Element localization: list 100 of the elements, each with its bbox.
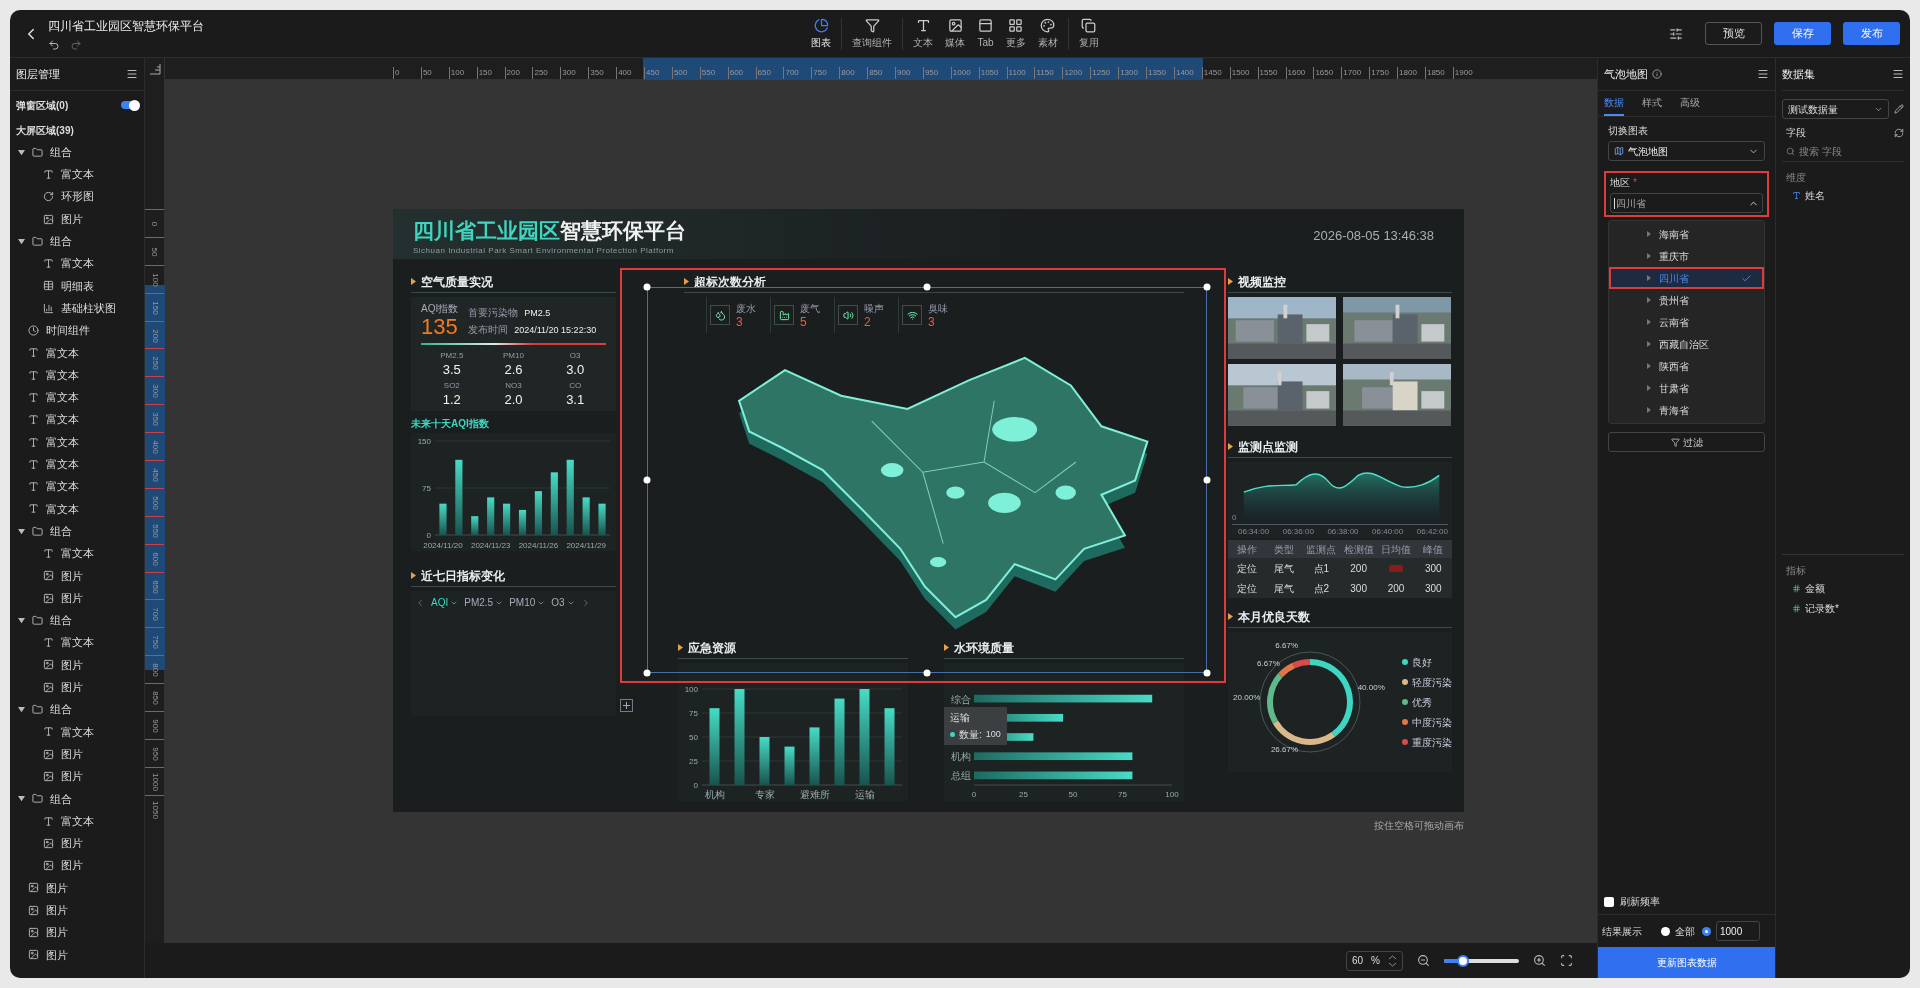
update-button[interactable]: 更新图表数据 xyxy=(1598,947,1775,978)
layer-item[interactable]: 组合 xyxy=(10,230,144,253)
layer-item[interactable]: 组合 xyxy=(10,698,144,721)
layer-item[interactable]: 组合 xyxy=(10,141,144,164)
resize-handle[interactable] xyxy=(1203,283,1211,291)
layer-item[interactable]: 富文本 xyxy=(10,363,144,387)
resize-handle[interactable] xyxy=(643,476,651,484)
layer-item[interactable]: 图片 xyxy=(10,586,144,610)
layer-item[interactable]: 富文本 xyxy=(10,720,144,743)
action-button[interactable]: 预览 xyxy=(1705,22,1762,45)
toggle-switch[interactable] xyxy=(121,101,138,109)
toolbar-button[interactable]: 图表 xyxy=(811,17,832,50)
toolbar-button[interactable]: 素材 xyxy=(1037,17,1058,50)
action-button[interactable]: 发布 xyxy=(1843,22,1900,45)
dropdown-option[interactable]: 贵州省 xyxy=(1609,289,1764,311)
caret-icon[interactable] xyxy=(18,148,25,156)
resize-handle[interactable] xyxy=(1203,476,1211,484)
caret-icon[interactable] xyxy=(18,616,25,624)
layer-item[interactable]: 富文本 xyxy=(10,453,144,476)
edit-icon[interactable] xyxy=(1894,104,1904,114)
resize-handle[interactable] xyxy=(923,669,931,677)
toolbar-button[interactable]: 查询组件 xyxy=(852,17,893,50)
layer-item[interactable]: 图片 xyxy=(10,743,144,766)
radio-button[interactable] xyxy=(1661,926,1670,936)
fit-screen-icon[interactable] xyxy=(1560,954,1573,967)
layer-item[interactable]: 基础柱状图 xyxy=(10,297,144,320)
metric-tab[interactable]: PM10 xyxy=(509,595,546,610)
metric-tab[interactable]: O3 xyxy=(551,595,575,610)
dataset-select[interactable]: 测试数据量 xyxy=(1782,99,1889,119)
field-item[interactable]: 金额 xyxy=(1782,578,1904,598)
metric-tab[interactable]: PM2.5 xyxy=(464,595,504,610)
action-button[interactable]: 保存 xyxy=(1774,22,1831,45)
layer-item[interactable]: 明细表 xyxy=(10,274,144,298)
layer-item[interactable]: 富文本 xyxy=(10,542,144,565)
dropdown-option[interactable]: 甘肃省 xyxy=(1609,377,1764,399)
checkbox[interactable] xyxy=(1604,896,1614,907)
layer-item[interactable]: 富文本 xyxy=(10,252,144,275)
layer-item[interactable]: 图片 xyxy=(10,876,144,900)
dropdown-option[interactable]: 青海省 xyxy=(1609,399,1764,421)
panel-tab[interactable]: 样式 xyxy=(1642,95,1662,116)
slider-thumb[interactable] xyxy=(1456,954,1469,967)
menu-icon[interactable] xyxy=(1757,68,1769,80)
layer-item[interactable]: 环形图 xyxy=(10,185,144,208)
dropdown-option[interactable]: 重庆市 xyxy=(1609,245,1764,267)
panel-tab[interactable]: 高级 xyxy=(1680,95,1700,116)
layer-item[interactable]: 图片 xyxy=(10,832,144,855)
layer-item[interactable]: 富文本 xyxy=(10,631,144,654)
layer-item[interactable]: 富文本 xyxy=(10,497,144,521)
resize-handle[interactable] xyxy=(923,283,931,291)
dropdown-option[interactable]: 西藏自治区 xyxy=(1609,333,1764,355)
resize-handle[interactable] xyxy=(1203,669,1211,677)
layer-item[interactable]: 富文本 xyxy=(10,341,144,364)
caret-icon[interactable] xyxy=(18,237,25,245)
dropdown-option[interactable]: 海南省 xyxy=(1609,223,1764,245)
redo-icon[interactable] xyxy=(70,38,82,51)
caret-icon[interactable] xyxy=(18,527,25,535)
dropdown-option[interactable]: 四川省 xyxy=(1609,267,1764,289)
layer-item[interactable]: 时间组件 xyxy=(10,319,144,342)
layer-item[interactable]: 富文本 xyxy=(10,386,144,409)
toolbar-button[interactable]: 媒体 xyxy=(945,17,966,50)
limit-input[interactable]: 1000 xyxy=(1716,921,1760,941)
field-item[interactable]: 记录数* xyxy=(1782,598,1904,618)
layer-item[interactable]: 图片 xyxy=(10,854,144,877)
dropdown-option[interactable]: 陕西省 xyxy=(1609,355,1764,377)
layer-item[interactable]: 组合 xyxy=(10,787,144,810)
menu-icon[interactable] xyxy=(1892,68,1904,80)
layer-item[interactable]: 图片 xyxy=(10,207,144,231)
resize-handle[interactable] xyxy=(643,669,651,677)
layer-item[interactable]: 图片 xyxy=(10,564,144,587)
toolbar-button[interactable]: 复用 xyxy=(1078,17,1099,50)
layer-item[interactable]: 图片 xyxy=(10,899,144,922)
zoom-in-icon[interactable] xyxy=(1533,954,1546,967)
caret-icon[interactable] xyxy=(18,795,25,803)
undo-icon[interactable] xyxy=(48,38,60,51)
add-button[interactable] xyxy=(620,699,633,712)
chart-type-select[interactable]: 气泡地图 xyxy=(1608,141,1765,161)
layer-item[interactable]: 图片 xyxy=(10,765,144,788)
filter-button[interactable]: 过滤 xyxy=(1608,432,1765,452)
radio-button[interactable] xyxy=(1702,926,1711,936)
layer-item[interactable]: 富文本 xyxy=(10,809,144,833)
layer-item[interactable]: 图片 xyxy=(10,653,144,677)
zoom-field[interactable]: 60 % xyxy=(1345,950,1403,971)
layer-item[interactable]: 图片 xyxy=(10,676,144,699)
toolbar-button[interactable]: 文本 xyxy=(913,17,934,50)
settings-icon[interactable] xyxy=(1669,26,1683,41)
metric-tab[interactable]: AQI xyxy=(431,595,459,610)
resize-handle[interactable] xyxy=(643,283,651,291)
layer-item[interactable]: 图片 xyxy=(10,943,144,966)
layer-item[interactable]: 组合 xyxy=(10,609,144,632)
layer-item[interactable]: 富文本 xyxy=(10,475,144,498)
refresh-icon[interactable] xyxy=(1894,127,1904,138)
zoom-out-icon[interactable] xyxy=(1417,954,1430,967)
layer-item[interactable]: 富文本 xyxy=(10,408,144,431)
region-field[interactable]: 四川省 xyxy=(1610,193,1763,213)
menu-icon[interactable] xyxy=(126,68,138,80)
search-field[interactable]: 搜索 字段 xyxy=(1799,144,1889,159)
toolbar-button[interactable]: 更多 xyxy=(1005,17,1026,50)
toolbar-button[interactable]: Tab xyxy=(977,17,994,50)
panel-tab[interactable]: 数据 xyxy=(1604,95,1624,116)
caret-icon[interactable] xyxy=(18,706,25,714)
